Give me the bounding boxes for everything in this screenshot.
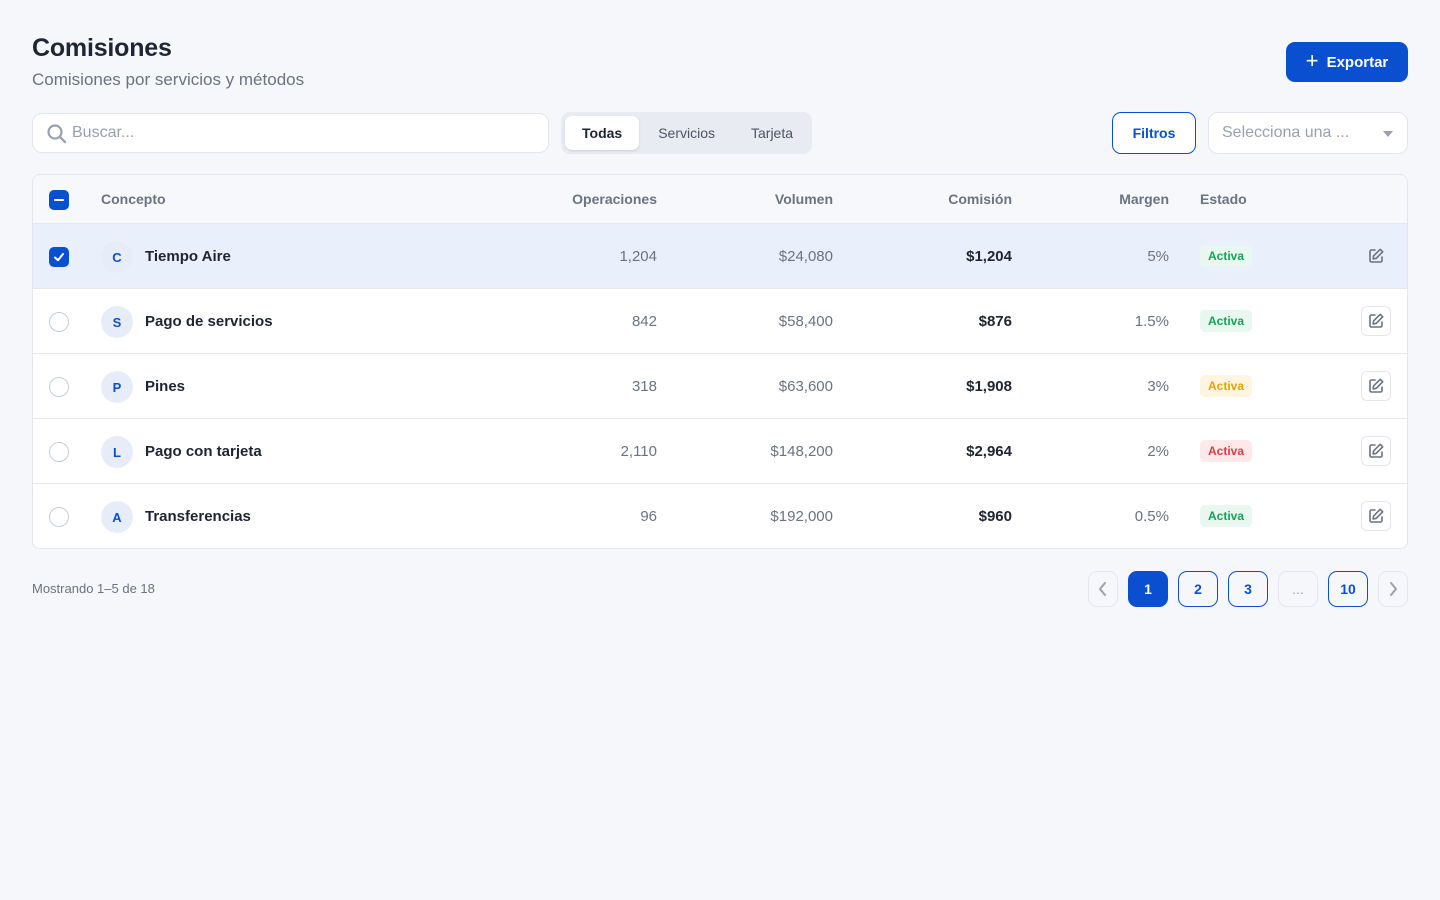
row-checkbox[interactable]: [49, 377, 69, 397]
status-select[interactable]: Selecciona una ...: [1208, 112, 1408, 154]
margin-value: 5%: [1147, 248, 1169, 265]
edit-button[interactable]: [1361, 306, 1391, 336]
concept-name: Transferencias: [145, 508, 251, 525]
table-row[interactable]: P Pines 318 $63,600 $1,908 3% Activa: [33, 354, 1407, 419]
operations-value: 2,110: [620, 443, 657, 460]
status-badge: Activa: [1200, 505, 1253, 527]
operations-value: 842: [631, 313, 657, 330]
operations-value: 96: [640, 508, 657, 525]
concept-avatar: A: [101, 501, 133, 533]
operations-value: 318: [631, 378, 657, 395]
commission-value: $1,908: [966, 378, 1012, 395]
column-header-concept[interactable]: Concepto: [101, 191, 166, 207]
segment-tarjeta[interactable]: Tarjeta: [734, 116, 810, 150]
edit-button[interactable]: [1361, 241, 1391, 271]
commission-value: $960: [978, 508, 1012, 525]
search-icon: [47, 124, 67, 144]
chevron-right-icon: [1390, 582, 1397, 596]
edit-icon: [1369, 248, 1384, 263]
edit-button[interactable]: [1361, 371, 1391, 401]
minus-icon: [54, 199, 64, 201]
chevron-left-icon: [1099, 582, 1106, 596]
column-header-volume[interactable]: Volumen: [775, 191, 833, 207]
column-header-margin[interactable]: Margen: [1119, 191, 1169, 207]
status-badge: Activa: [1200, 245, 1253, 267]
table-header: Concepto Operaciones Volumen Comisión Ma…: [33, 175, 1407, 224]
commission-value: $2,964: [966, 443, 1012, 460]
select-all-checkbox[interactable]: [49, 190, 69, 210]
row-checkbox[interactable]: [49, 312, 69, 332]
operations-value: 1,204: [619, 248, 657, 265]
category-segmented-control: Todas Servicios Tarjeta: [561, 112, 812, 154]
status-badge: Activa: [1200, 440, 1253, 462]
status-badge: Activa: [1200, 310, 1253, 332]
caret-down-icon: [1383, 131, 1393, 137]
edit-icon: [1369, 378, 1384, 393]
concept-name: Pines: [145, 378, 186, 395]
concept-name: Pago con tarjeta: [145, 443, 262, 460]
filters-button[interactable]: Filtros: [1112, 112, 1196, 154]
commission-value: $1,204: [966, 248, 1012, 265]
check-icon: [54, 253, 64, 262]
edit-button[interactable]: [1361, 501, 1391, 531]
commission-value: $876: [978, 313, 1012, 330]
volume-value: $192,000: [770, 508, 833, 525]
edit-button[interactable]: [1361, 436, 1391, 466]
search-input[interactable]: [72, 114, 532, 152]
edit-icon: [1369, 443, 1384, 458]
margin-value: 2%: [1147, 443, 1169, 460]
search-box[interactable]: [32, 113, 549, 153]
next-page-button[interactable]: [1378, 571, 1408, 607]
plus-icon: +: [1305, 48, 1319, 73]
margin-value: 1.5%: [1134, 313, 1169, 330]
margin-value: 0.5%: [1134, 508, 1169, 525]
concept-name: Pago de servicios: [145, 313, 273, 330]
table-row[interactable]: A Transferencias 96 $192,000 $960 0.5% Activa: [33, 484, 1407, 548]
table-row[interactable]: L Pago con tarjeta 2,110 $148,200 $2,964 2% Ac…: [33, 419, 1407, 484]
page-button-3[interactable]: 3: [1228, 571, 1268, 607]
status-badge: Activa: [1200, 375, 1253, 397]
edit-icon: [1369, 313, 1384, 328]
page-title: Comisiones: [32, 34, 172, 62]
select-placeholder: Selecciona una ...: [1222, 124, 1350, 141]
commissions-table: Concepto Operaciones Volumen Comisión Ma…: [32, 174, 1408, 549]
row-checkbox[interactable]: [49, 507, 69, 527]
pagination: 1 2 3 ... 10: [1088, 571, 1408, 607]
page-button-10[interactable]: 10: [1328, 571, 1368, 607]
page-header: Comisiones Comisiones por servicios y mé…: [32, 32, 1408, 112]
table-body: C Tiempo Aire 1,204 $24,080 $1,204 5% Activa S P…: [33, 224, 1407, 548]
concept-name: Tiempo Aire: [145, 248, 231, 265]
table-row[interactable]: C Tiempo Aire 1,204 $24,080 $1,204 5% Activa: [33, 224, 1407, 289]
segment-servicios[interactable]: Servicios: [641, 116, 732, 150]
volume-value: $58,400: [778, 313, 833, 330]
export-button[interactable]: + Exportar: [1286, 42, 1408, 82]
column-header-commission[interactable]: Comisión: [948, 191, 1012, 207]
page: Comisiones Comisiones por servicios y mé…: [0, 0, 1440, 900]
export-button-label: Exportar: [1326, 53, 1389, 71]
column-header-operations[interactable]: Operaciones: [572, 191, 657, 207]
volume-value: $148,200: [770, 443, 833, 460]
concept-avatar: P: [101, 371, 133, 403]
row-checkbox[interactable]: [49, 247, 69, 267]
pagination-summary: Mostrando 1–5 de 18: [32, 581, 155, 596]
concept-avatar: L: [101, 436, 133, 468]
column-header-status[interactable]: Estado: [1200, 191, 1247, 207]
volume-value: $63,600: [778, 378, 833, 395]
edit-icon: [1369, 508, 1384, 523]
margin-value: 3%: [1147, 378, 1169, 395]
concept-avatar: C: [101, 241, 133, 273]
volume-value: $24,080: [778, 248, 833, 265]
page-button-2[interactable]: 2: [1178, 571, 1218, 607]
page-button-1[interactable]: 1: [1128, 571, 1168, 607]
toolbar: Todas Servicios Tarjeta Filtros Seleccio…: [32, 112, 1408, 154]
page-subtitle: Comisiones por servicios y métodos: [32, 70, 305, 89]
table-row[interactable]: S Pago de servicios 842 $58,400 $876 1.5% Acti…: [33, 289, 1407, 354]
concept-avatar: S: [101, 306, 133, 338]
page-ellipsis: ...: [1278, 571, 1318, 607]
segment-todas[interactable]: Todas: [565, 116, 640, 150]
row-checkbox[interactable]: [49, 442, 69, 462]
previous-page-button[interactable]: [1088, 571, 1118, 607]
